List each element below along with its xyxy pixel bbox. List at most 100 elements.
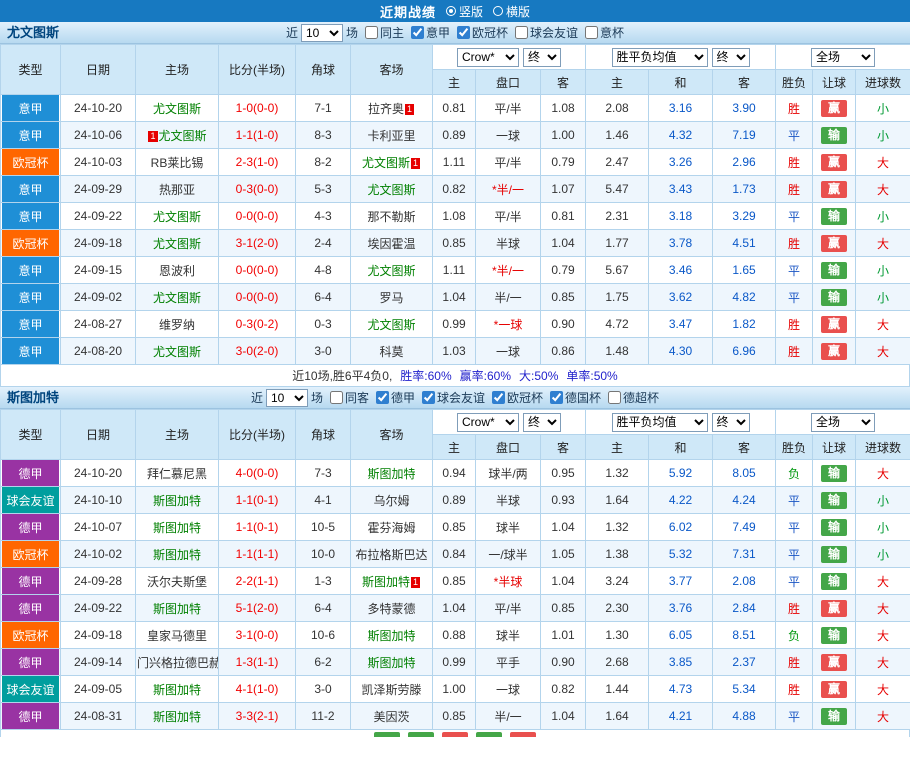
- score-cell[interactable]: 0-0(0-0): [219, 257, 296, 284]
- score-cell[interactable]: 1-1(1-0): [219, 122, 296, 149]
- radio-selected-icon[interactable]: [446, 6, 456, 16]
- score-cell[interactable]: 3-1(0-0): [219, 622, 296, 649]
- team-name[interactable]: 门兴格拉德巴赫: [137, 656, 219, 670]
- filter-option-同客[interactable]: 同客: [330, 389, 369, 406]
- filter-option-球会友谊[interactable]: 球会友谊: [515, 24, 578, 41]
- team-name[interactable]: 尤文图斯: [362, 156, 410, 170]
- score-cell[interactable]: 0-3(0-0): [219, 176, 296, 203]
- team-name[interactable]: 尤文图斯: [153, 102, 201, 116]
- europe-avg-select[interactable]: 胜平负均值: [612, 48, 708, 67]
- final-europe-select[interactable]: 终: [712, 48, 750, 67]
- team-name[interactable]: 乌尔姆: [373, 494, 409, 508]
- filter-option-德国杯[interactable]: 德国杯: [550, 389, 601, 406]
- checkbox-意杯[interactable]: [585, 26, 598, 39]
- radio-unselected-icon[interactable]: [493, 6, 503, 16]
- near-count-select[interactable]: 10: [266, 389, 308, 407]
- score-cell[interactable]: 2-2(1-1): [219, 568, 296, 595]
- score-cell[interactable]: 0-0(0-0): [219, 203, 296, 230]
- filter-option-球会友谊[interactable]: 球会友谊: [422, 389, 485, 406]
- score-cell[interactable]: 3-1(2-0): [219, 230, 296, 257]
- team-name[interactable]: 热那亚: [159, 183, 195, 197]
- filter-option-德甲[interactable]: 德甲: [376, 389, 415, 406]
- team-name[interactable]: 布拉格斯巴达: [355, 548, 427, 562]
- score-cell[interactable]: 3-3(2-1): [219, 703, 296, 730]
- team-name[interactable]: 恩波利: [159, 264, 195, 278]
- score-cell[interactable]: 3-0(2-0): [219, 338, 296, 365]
- team-name[interactable]: 埃因霍温: [367, 237, 415, 251]
- team-name[interactable]: 皇家马德里: [147, 629, 207, 643]
- fullmatch-select[interactable]: 全场: [811, 48, 875, 67]
- team-name[interactable]: 斯图加特: [153, 521, 201, 535]
- checkbox-球会友谊[interactable]: [422, 391, 435, 404]
- europe-avg-select[interactable]: 胜平负均值: [612, 413, 708, 432]
- filter-option-意杯[interactable]: 意杯: [585, 24, 624, 41]
- team-name[interactable]: 尤文图斯: [367, 183, 415, 197]
- checkbox-德国杯[interactable]: [550, 391, 563, 404]
- team-name[interactable]: 尤文图斯: [153, 237, 201, 251]
- team-name[interactable]: 美因茨: [373, 710, 409, 724]
- team-name[interactable]: 斯图加特: [153, 548, 201, 562]
- checkbox-意甲[interactable]: [411, 26, 424, 39]
- team-name[interactable]: 尤文图斯: [153, 210, 201, 224]
- team-name[interactable]: 尤文图斯: [159, 129, 207, 143]
- team-name[interactable]: 拉齐奥: [368, 102, 404, 116]
- score-cell[interactable]: 1-1(0-1): [219, 487, 296, 514]
- score-cell[interactable]: 1-1(0-1): [219, 514, 296, 541]
- team-name[interactable]: 凯泽斯劳滕: [361, 683, 421, 697]
- team-name[interactable]: 霍芬海姆: [367, 521, 415, 535]
- team-name[interactable]: 那不勒斯: [367, 210, 415, 224]
- score-cell[interactable]: 2-3(1-0): [219, 149, 296, 176]
- league-badge: 意甲: [2, 122, 59, 148]
- checkbox-球会友谊[interactable]: [515, 26, 528, 39]
- filter-option-德超杯[interactable]: 德超杯: [608, 389, 659, 406]
- bookmaker-select[interactable]: Crow*: [457, 48, 519, 67]
- team-name[interactable]: 斯图加特: [153, 683, 201, 697]
- team-name[interactable]: 科莫: [379, 345, 403, 359]
- score-cell[interactable]: 4-0(0-0): [219, 460, 296, 487]
- team-name[interactable]: 卡利亚里: [367, 129, 415, 143]
- team-name[interactable]: 尤文图斯: [153, 345, 201, 359]
- team-name[interactable]: 沃尔夫斯堡: [147, 575, 207, 589]
- checkbox-欧冠杯[interactable]: [457, 26, 470, 39]
- score-cell[interactable]: 1-3(1-1): [219, 649, 296, 676]
- score-cell[interactable]: 0-3(0-2): [219, 311, 296, 338]
- team-name[interactable]: RB莱比锡: [151, 156, 204, 170]
- final-odds-select[interactable]: 终: [523, 413, 561, 432]
- score-cell[interactable]: 5-1(2-0): [219, 595, 296, 622]
- team-name[interactable]: 斯图加特: [362, 575, 410, 589]
- filter-option-欧冠杯[interactable]: 欧冠杯: [457, 24, 508, 41]
- league-cell: 德甲: [1, 514, 61, 541]
- score-cell[interactable]: 1-1(1-1): [219, 541, 296, 568]
- checkbox-欧冠杯[interactable]: [492, 391, 505, 404]
- filter-option-欧冠杯[interactable]: 欧冠杯: [492, 389, 543, 406]
- team-name[interactable]: 斯图加特: [367, 656, 415, 670]
- team-name[interactable]: 维罗纳: [159, 318, 195, 332]
- score-cell[interactable]: 4-1(1-0): [219, 676, 296, 703]
- team-name[interactable]: 斯图加特: [153, 602, 201, 616]
- near-count-select[interactable]: 10: [301, 24, 343, 42]
- team-name[interactable]: 罗马: [379, 291, 403, 305]
- team-name[interactable]: 斯图加特: [367, 467, 415, 481]
- layout-radio-horizontal[interactable]: 横版: [493, 3, 530, 20]
- team-name[interactable]: 斯图加特: [153, 494, 201, 508]
- final-europe-select[interactable]: 终: [712, 413, 750, 432]
- layout-radio-vertical[interactable]: 竖版: [446, 3, 483, 20]
- filter-option-同主[interactable]: 同主: [365, 24, 404, 41]
- checkbox-同客[interactable]: [330, 391, 343, 404]
- bookmaker-select[interactable]: Crow*: [457, 413, 519, 432]
- team-name[interactable]: 尤文图斯: [367, 318, 415, 332]
- fullmatch-select[interactable]: 全场: [811, 413, 875, 432]
- final-odds-select[interactable]: 终: [523, 48, 561, 67]
- checkbox-同主[interactable]: [365, 26, 378, 39]
- filter-option-意甲[interactable]: 意甲: [411, 24, 450, 41]
- team-name[interactable]: 拜仁慕尼黑: [147, 467, 207, 481]
- checkbox-德超杯[interactable]: [608, 391, 621, 404]
- team-name[interactable]: 斯图加特: [367, 629, 415, 643]
- score-cell[interactable]: 1-0(0-0): [219, 95, 296, 122]
- team-name[interactable]: 尤文图斯: [367, 264, 415, 278]
- team-name[interactable]: 多特蒙德: [367, 602, 415, 616]
- team-name[interactable]: 斯图加特: [153, 710, 201, 724]
- checkbox-德甲[interactable]: [376, 391, 389, 404]
- score-cell[interactable]: 0-0(0-0): [219, 284, 296, 311]
- team-name[interactable]: 尤文图斯: [153, 291, 201, 305]
